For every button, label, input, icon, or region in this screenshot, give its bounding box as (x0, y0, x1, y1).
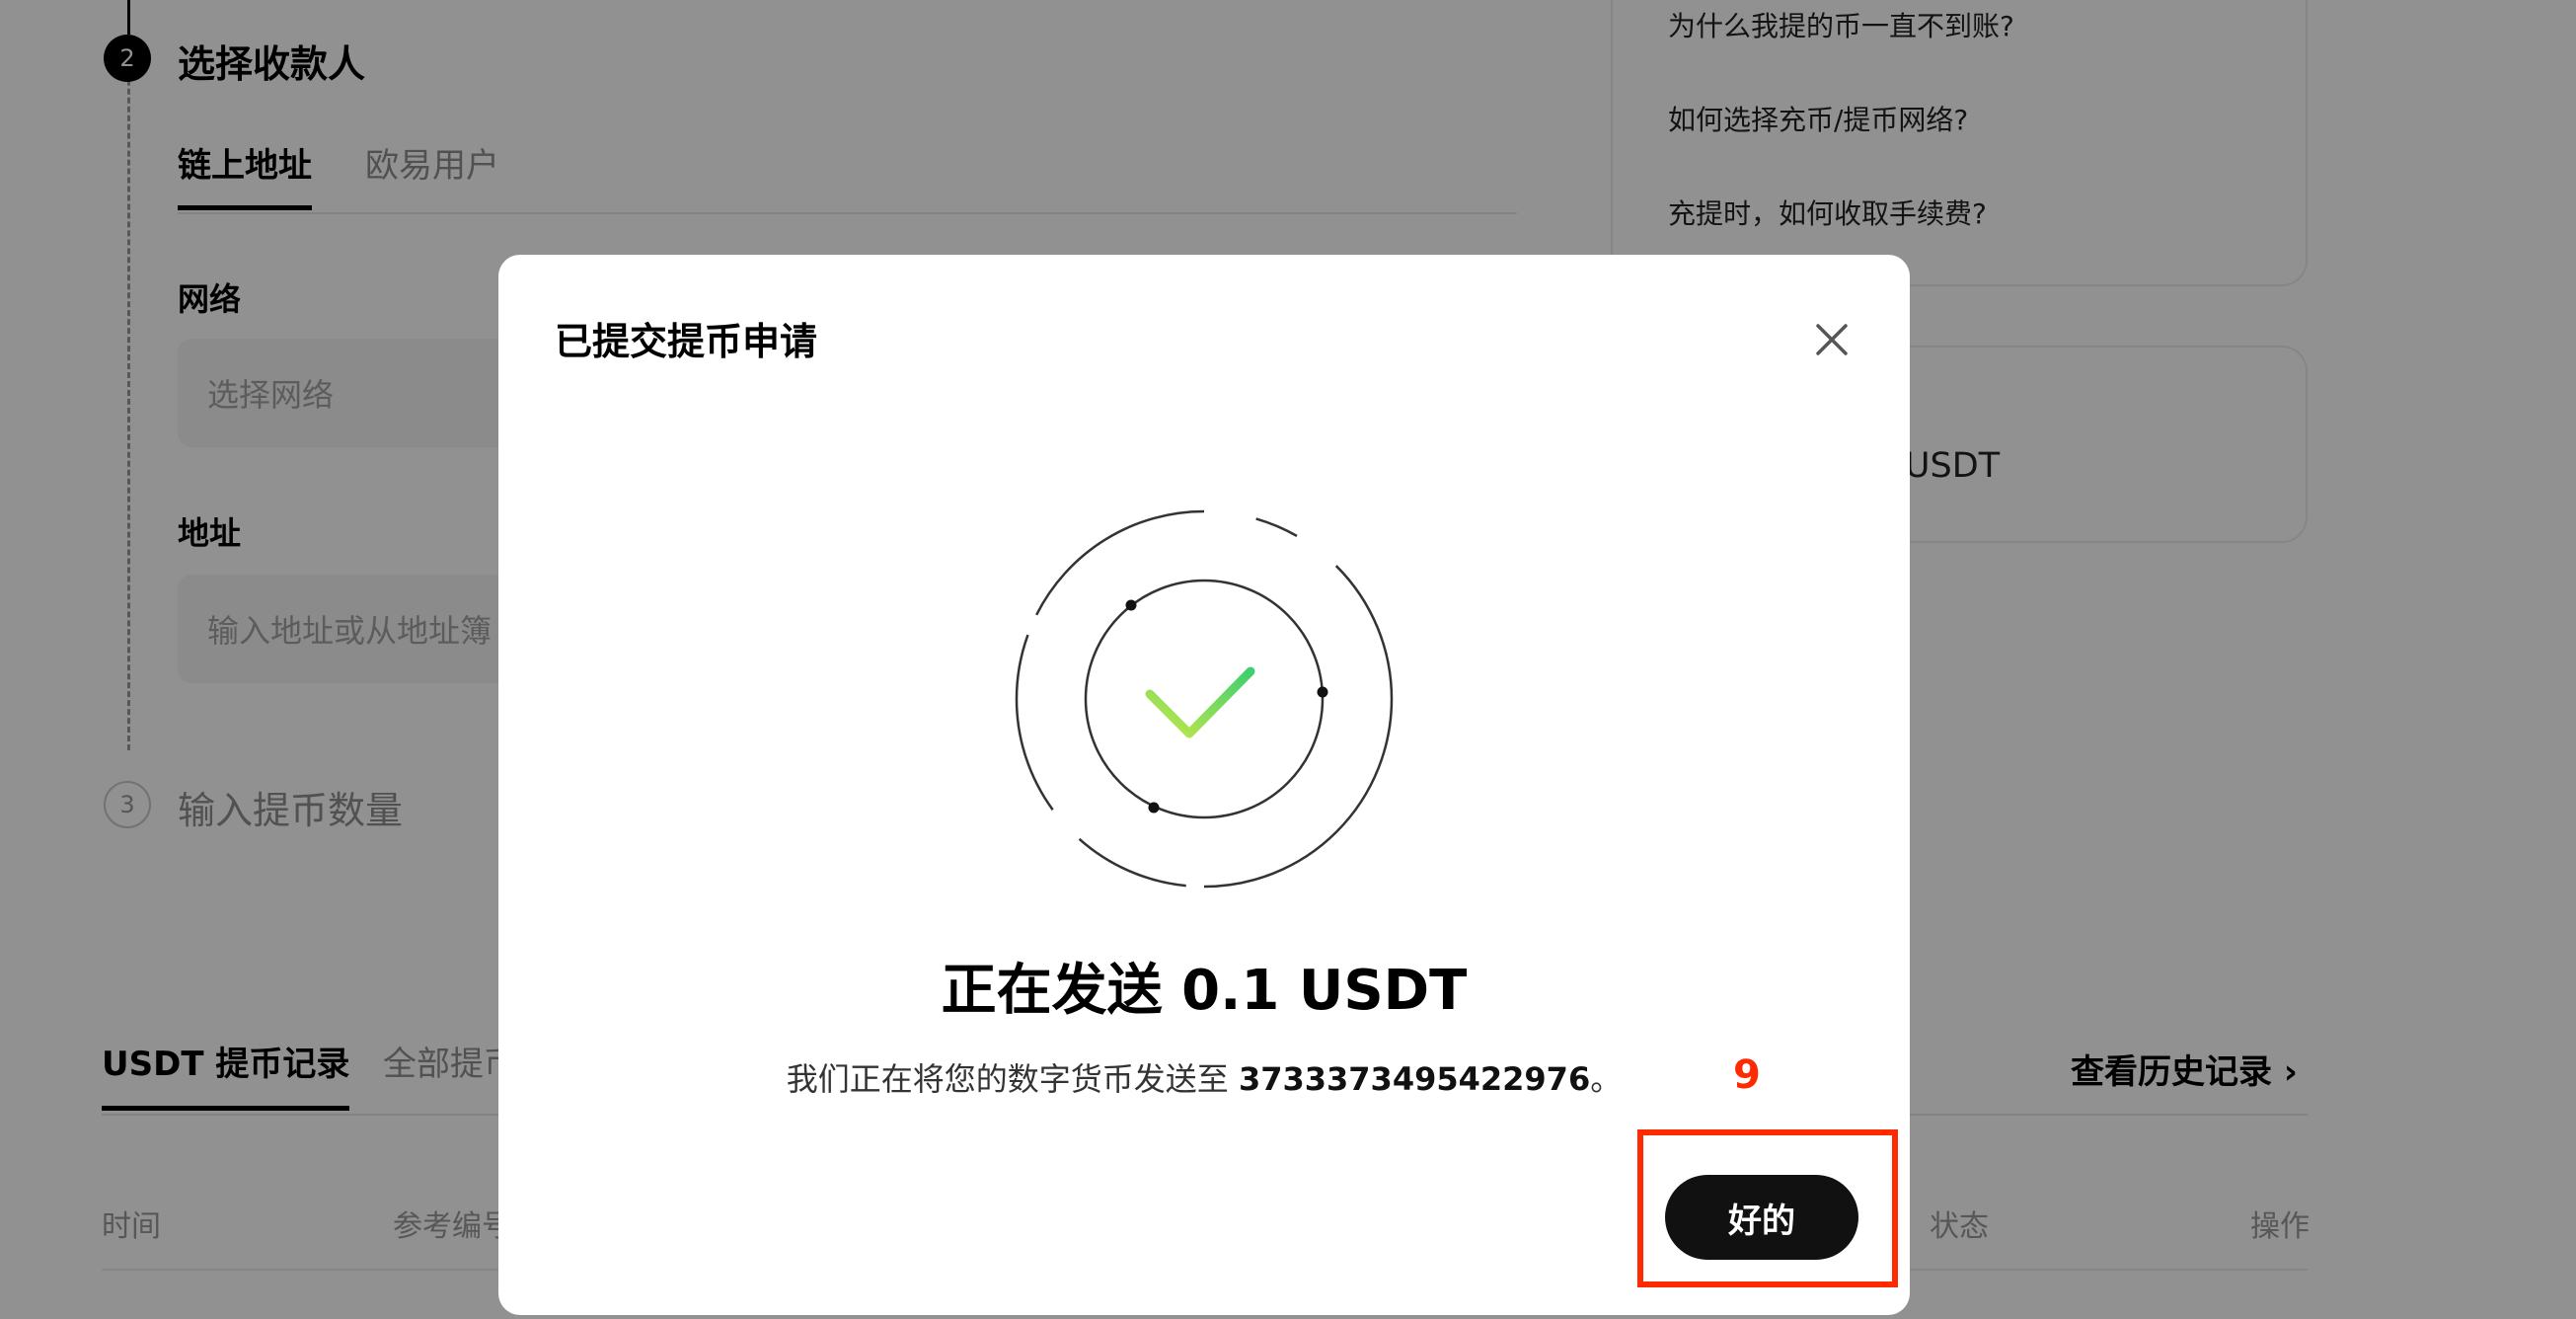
annotation-number: 9 (1733, 1052, 1761, 1098)
message-suffix: 。 (1590, 1060, 1623, 1098)
recipient-id: 3733373495422976 (1238, 1060, 1591, 1098)
close-icon[interactable] (1808, 316, 1856, 363)
dialog-title: 已提交提币申请 (555, 320, 818, 363)
message-prefix: 我们正在将您的数字货币发送至 (786, 1060, 1239, 1098)
sending-amount-headline: 正在发送 0.1 USDT (941, 959, 1468, 1023)
sending-message: 我们正在将您的数字货币发送至 3733373495422976。 (498, 1054, 1910, 1100)
annotation-highlight-box (1637, 1129, 1898, 1287)
success-check-icon (1015, 509, 1394, 889)
